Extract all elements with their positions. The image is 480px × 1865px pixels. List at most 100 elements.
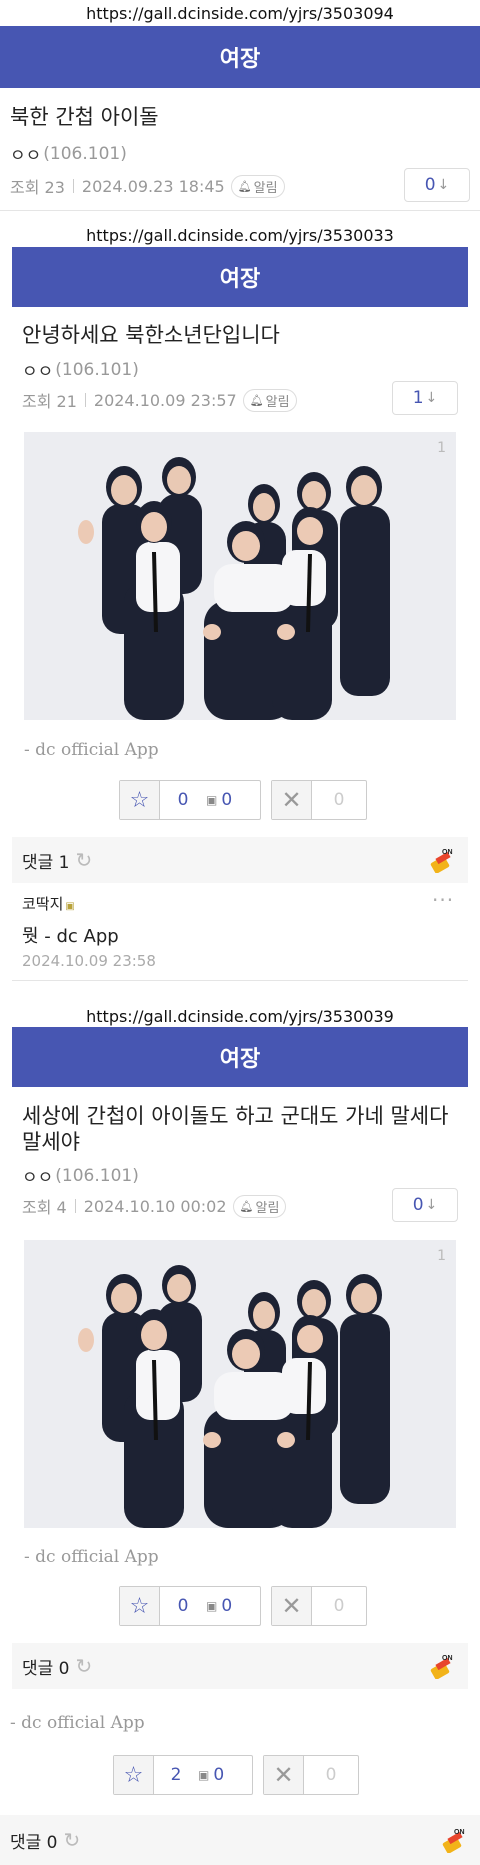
comment-jump[interactable]: 0 ↓ bbox=[392, 1188, 458, 1222]
svg-text:ON: ON bbox=[442, 849, 453, 856]
fixnick-icon: ▣ bbox=[198, 1768, 210, 1782]
refresh-icon[interactable]: ↻ bbox=[64, 1828, 81, 1852]
arrow-down-icon: ↓ bbox=[425, 390, 438, 406]
fixed-recommend-count: 0 bbox=[221, 1596, 233, 1616]
comment-bar[interactable]: 댓글 1 ↻ ON bbox=[12, 837, 468, 883]
gallery-header[interactable]: 여장 bbox=[12, 247, 468, 307]
app-signature: - dc official App bbox=[24, 1547, 159, 1567]
meta-divider bbox=[74, 1199, 76, 1213]
fixed-recommend-count: 0 bbox=[213, 1765, 225, 1785]
post-date: 2024.10.10 00:02 bbox=[83, 1196, 227, 1216]
group-photo bbox=[24, 432, 456, 720]
more-options-icon[interactable]: ··· bbox=[432, 888, 454, 912]
comment-jump-count: 1 bbox=[412, 388, 424, 408]
recommend-count: 0 bbox=[177, 790, 189, 810]
writer-nick: ㅇㅇ bbox=[22, 362, 54, 382]
post-date: 2024.09.23 18:45 bbox=[81, 176, 225, 196]
recommend-button[interactable]: ☆ 2 ▣ 0 bbox=[113, 1755, 253, 1795]
gallery-name: 여장 bbox=[219, 267, 261, 292]
svg-text:ON: ON bbox=[454, 1829, 465, 1836]
url-bar[interactable]: https://gall.dcinside.com/yjrs/3503094 bbox=[0, 0, 480, 26]
vote-area: ☆ 0 ▣ 0 ✕ 0 bbox=[119, 780, 367, 820]
on-broom-icon[interactable]: ON bbox=[440, 1827, 466, 1853]
url-bar[interactable]: https://gall.dcinside.com/yjrs/3530033 bbox=[0, 222, 480, 248]
alarm-button[interactable]: 🔔︎ 알림 bbox=[232, 1194, 287, 1218]
comment-jump[interactable]: 0 ↓ bbox=[400, 168, 470, 202]
comment-author[interactable]: 코딱지 ▣ bbox=[22, 893, 75, 914]
url-text: https://gall.dcinside.com/yjrs/3503094 bbox=[86, 3, 394, 23]
recommend-count: 0 bbox=[177, 1596, 189, 1616]
comment-label: 댓글 0 bbox=[10, 1832, 58, 1853]
writer-nick: ㅇㅇ bbox=[22, 1168, 54, 1188]
comment-bar[interactable]: 댓글 0 ↻ ON bbox=[0, 1815, 480, 1865]
gallery-header[interactable]: 여장 bbox=[12, 1027, 468, 1087]
downvote-count: 0 bbox=[333, 1596, 345, 1616]
bell-icon: 🔔︎ bbox=[249, 393, 264, 407]
post-meta: 조회 4 2024.10.10 00:02 🔔︎ 알림 bbox=[22, 1194, 287, 1218]
meta-divider bbox=[72, 179, 74, 193]
arrow-down-icon: ↓ bbox=[437, 177, 450, 193]
arrow-down-icon: ↓ bbox=[425, 1197, 438, 1213]
comment-label: 댓글 0 bbox=[22, 1658, 70, 1679]
url-text: https://gall.dcinside.com/yjrs/3530033 bbox=[86, 225, 394, 245]
x-icon: ✕ bbox=[272, 1587, 312, 1625]
bell-icon: 🔔︎ bbox=[237, 179, 252, 193]
fixed-recommend: ▣ 0 bbox=[198, 1756, 224, 1794]
divider bbox=[12, 980, 468, 981]
gallery-header[interactable]: 여장 bbox=[0, 26, 480, 88]
svg-text:ON: ON bbox=[442, 1655, 453, 1662]
refresh-icon[interactable]: ↻ bbox=[76, 848, 93, 872]
fixnick-icon: ▣ bbox=[206, 1599, 218, 1613]
alarm-button[interactable]: 🔔︎ 알림 bbox=[242, 388, 297, 412]
star-icon: ☆ bbox=[120, 781, 160, 819]
downvote-button[interactable]: ✕ 0 bbox=[271, 1586, 367, 1626]
group-photo bbox=[24, 1240, 456, 1528]
post-date: 2024.10.09 23:57 bbox=[93, 390, 237, 410]
gallery-name: 여장 bbox=[219, 1047, 261, 1072]
writer-ip: (106.101) bbox=[55, 1165, 139, 1186]
post-image[interactable]: 1 bbox=[24, 432, 456, 720]
comment-text: 뭣 - dc App bbox=[22, 926, 119, 947]
post-title: 북한 간첩 아이돌 bbox=[10, 105, 159, 129]
writer-nick: ㅇㅇ bbox=[10, 146, 42, 166]
alarm-button[interactable]: 🔔︎ 알림 bbox=[230, 174, 285, 198]
app-signature: - dc official App bbox=[10, 1713, 145, 1733]
gallery-name: 여장 bbox=[219, 47, 261, 72]
writer-info[interactable]: ㅇㅇ (106.101) bbox=[10, 141, 127, 167]
fixnick-icon: ▣ bbox=[206, 793, 218, 807]
image-index: 1 bbox=[437, 440, 446, 456]
star-icon: ☆ bbox=[120, 1587, 160, 1625]
alarm-label: 알림 bbox=[265, 394, 290, 410]
comment-jump[interactable]: 1 ↓ bbox=[392, 381, 458, 415]
downvote-button[interactable]: ✕ 0 bbox=[263, 1755, 359, 1795]
view-count: 조회 23 bbox=[10, 178, 65, 197]
on-broom-icon[interactable]: ON bbox=[428, 1653, 454, 1679]
on-broom-icon[interactable]: ON bbox=[428, 847, 454, 873]
writer-ip: (106.101) bbox=[43, 143, 127, 164]
comment-bar[interactable]: 댓글 0 ↻ ON bbox=[12, 1643, 468, 1689]
recommend-count: 2 bbox=[170, 1765, 182, 1785]
comment-author-nick: 코딱지 bbox=[22, 895, 64, 913]
recommend-button[interactable]: ☆ 0 ▣ 0 bbox=[119, 780, 261, 820]
downvote-button[interactable]: ✕ 0 bbox=[271, 780, 367, 820]
url-bar[interactable]: https://gall.dcinside.com/yjrs/3530039 bbox=[0, 1003, 480, 1029]
post-title: 세상에 간첩이 아이돌도 하고 군대도 가네 말세다 말세야 bbox=[22, 1104, 449, 1155]
star-icon: ☆ bbox=[114, 1756, 154, 1794]
divider bbox=[0, 210, 480, 211]
fixed-recommend: ▣ 0 bbox=[206, 1587, 232, 1625]
bell-icon: 🔔︎ bbox=[239, 1199, 254, 1213]
meta-divider bbox=[84, 393, 86, 407]
comment-jump-count: 0 bbox=[424, 175, 436, 195]
downvote-count: 0 bbox=[325, 1765, 337, 1785]
recommend-button[interactable]: ☆ 0 ▣ 0 bbox=[119, 1586, 261, 1626]
post-image[interactable]: 1 bbox=[24, 1240, 456, 1528]
post-meta: 조회 23 2024.09.23 18:45 🔔︎ 알림 bbox=[10, 174, 285, 198]
fixed-recommend: ▣ 0 bbox=[206, 781, 232, 819]
writer-info[interactable]: ㅇㅇ (106.101) bbox=[22, 1163, 139, 1189]
x-icon: ✕ bbox=[264, 1756, 304, 1794]
writer-info[interactable]: ㅇㅇ (106.101) bbox=[22, 357, 139, 383]
refresh-icon[interactable]: ↻ bbox=[76, 1654, 93, 1678]
image-index: 1 bbox=[437, 1248, 446, 1264]
vote-area: ☆ 0 ▣ 0 ✕ 0 bbox=[119, 1586, 367, 1626]
comment-label: 댓글 1 bbox=[22, 852, 70, 873]
